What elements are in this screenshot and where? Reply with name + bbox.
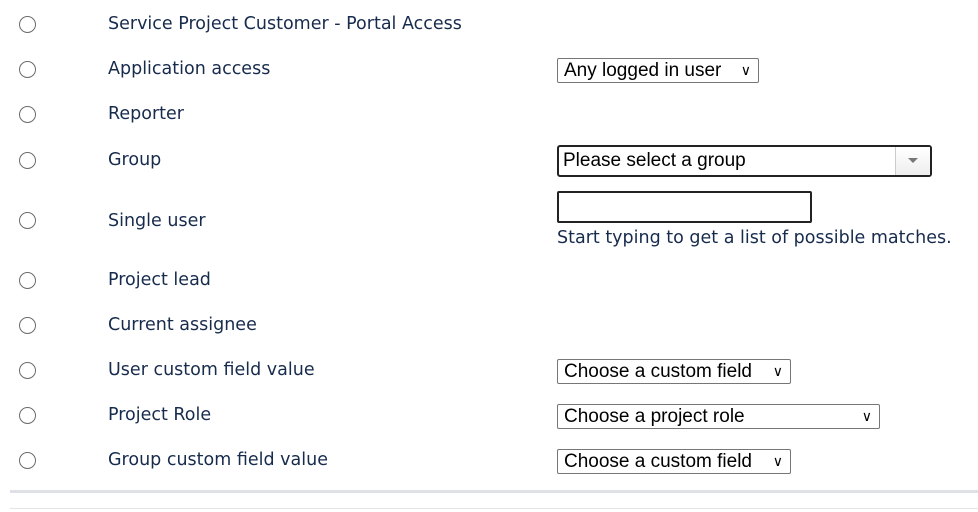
single-user-hint: Start typing to get a list of possible m… [557, 228, 952, 248]
radio-user-custom-field[interactable] [19, 362, 36, 379]
option-label: Group [108, 150, 162, 170]
chevron-down-icon: ∨ [772, 363, 783, 379]
option-label: Reporter [108, 104, 184, 124]
select-value: Choose a custom field [564, 361, 752, 382]
user-custom-field-select[interactable]: Choose a custom field ∨ [557, 359, 791, 384]
option-label: Group custom field value [108, 450, 328, 470]
radio-application-access[interactable] [19, 61, 36, 78]
radio-project-role[interactable] [19, 407, 36, 424]
chevron-down-icon: ∨ [740, 62, 751, 78]
radio-group[interactable] [19, 152, 36, 169]
radio-reporter[interactable] [19, 106, 36, 123]
option-label: User custom field value [108, 360, 315, 380]
option-label: Current assignee [108, 315, 257, 335]
radio-current-assignee[interactable] [19, 317, 36, 334]
select-value: Any logged in user [564, 60, 722, 81]
select-value: Choose a project role [564, 406, 745, 427]
chevron-down-icon: ∨ [861, 408, 872, 424]
group-picker[interactable]: Please select a group [557, 145, 932, 177]
radio-group-custom-field[interactable] [19, 452, 36, 469]
group-picker-dropdown-button[interactable] [895, 147, 930, 175]
divider [10, 490, 978, 493]
radio-project-lead[interactable] [19, 272, 36, 289]
divider [10, 508, 978, 509]
radio-service-project-customer[interactable] [19, 16, 36, 33]
radio-single-user[interactable] [19, 212, 36, 229]
select-value: Choose a custom field [564, 451, 752, 472]
option-label: Application access [108, 59, 271, 79]
option-label: Single user [108, 211, 206, 231]
project-role-select[interactable]: Choose a project role ∨ [557, 404, 880, 429]
group-picker-placeholder: Please select a group [563, 150, 746, 171]
triangle-down-icon [908, 158, 918, 163]
single-user-input[interactable] [557, 191, 812, 223]
option-label: Service Project Customer - Portal Access [108, 14, 462, 34]
chevron-down-icon: ∨ [772, 453, 783, 469]
option-label: Project Role [108, 405, 212, 425]
application-access-select[interactable]: Any logged in user ∨ [557, 58, 759, 83]
group-custom-field-select[interactable]: Choose a custom field ∨ [557, 449, 791, 474]
option-label: Project lead [108, 270, 211, 290]
